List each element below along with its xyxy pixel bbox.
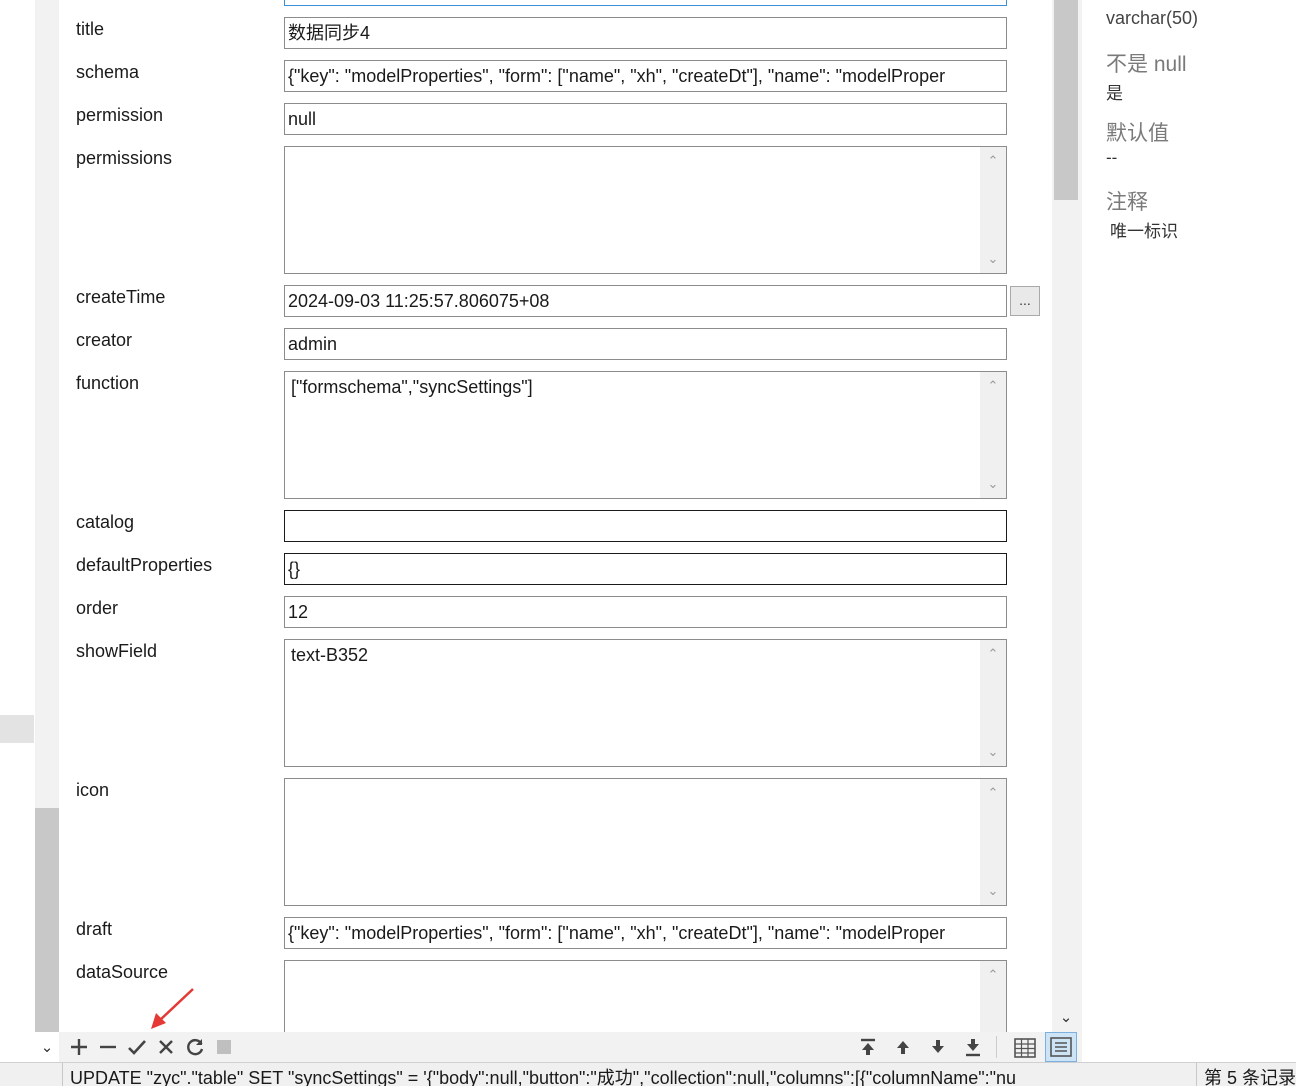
field-label-defaultproperties: defaultProperties bbox=[76, 555, 213, 575]
field-label-creator: creator bbox=[76, 330, 133, 350]
permission-field[interactable]: null bbox=[284, 103, 1007, 135]
not-null-value: 是 bbox=[1106, 84, 1123, 103]
record-indicator: 第 5 条记录 bbox=[1204, 1068, 1296, 1086]
left-gutter bbox=[0, 0, 35, 1062]
first-record-icon[interactable] bbox=[856, 1035, 880, 1059]
field-label-showfield: showField bbox=[76, 641, 158, 661]
function-field[interactable]: ["formschema","syncSettings"] ⌃ ⌄ bbox=[284, 371, 1007, 499]
chevron-down-icon[interactable]: ⌄ bbox=[980, 881, 1006, 901]
field-label-createtime: createTime bbox=[76, 287, 166, 307]
chevron-up-icon[interactable]: ⌃ bbox=[980, 644, 1006, 664]
chevron-up-icon[interactable]: ⌃ bbox=[980, 151, 1006, 171]
chevron-down-icon[interactable]: ⌄ bbox=[38, 1038, 56, 1058]
schema-field[interactable]: {"key": "modelProperties", "form": ["nam… bbox=[284, 60, 1007, 92]
field-label-order: order bbox=[76, 598, 119, 618]
field-label-permission: permission bbox=[76, 105, 164, 125]
close-icon[interactable] bbox=[154, 1035, 178, 1059]
chevron-down-icon[interactable]: ⌄ bbox=[980, 249, 1006, 269]
catalog-field[interactable] bbox=[284, 510, 1007, 542]
gutter-marker bbox=[0, 715, 34, 743]
chevron-up-icon[interactable]: ⌃ bbox=[980, 376, 1006, 396]
defaultproperties-field[interactable]: {} bbox=[284, 553, 1007, 585]
field-info-panel: varchar(50) 不是 null 是 默认值 -- 注释 唯一标识 bbox=[1082, 0, 1296, 1062]
chevron-down-icon[interactable]: ⌄ bbox=[980, 742, 1006, 762]
draft-field[interactable]: {"key": "modelProperties", "form": ["nam… bbox=[284, 917, 1007, 949]
status-bar: UPDATE "zyc"."table" SET "syncSettings" … bbox=[0, 1062, 1296, 1086]
permissions-scrollbar[interactable]: ⌃ ⌄ bbox=[980, 147, 1006, 273]
showfield-field[interactable]: text-B352 ⌃ ⌄ bbox=[284, 639, 1007, 767]
chevron-down-icon[interactable]: ⌄ bbox=[1056, 1008, 1076, 1028]
chevron-down-icon[interactable]: ⌄ bbox=[980, 474, 1006, 494]
status-divider bbox=[1196, 1063, 1197, 1086]
next-record-icon[interactable] bbox=[926, 1035, 950, 1059]
comment-title: 注释 bbox=[1106, 191, 1148, 214]
icon-field[interactable]: ⌃ ⌄ bbox=[284, 778, 1007, 906]
last-record-icon[interactable] bbox=[961, 1035, 985, 1059]
prev-record-icon[interactable] bbox=[891, 1035, 915, 1059]
default-title: 默认值 bbox=[1106, 122, 1169, 145]
createtime-field[interactable]: 2024-09-03 11:25:57.806075+08 bbox=[284, 285, 1007, 317]
record-form: title 数据同步4 schema {"key": "modelPropert… bbox=[59, 0, 1052, 1032]
creator-field[interactable]: admin bbox=[284, 328, 1007, 360]
icon-scrollbar[interactable]: ⌃ ⌄ bbox=[980, 779, 1006, 905]
field-label-draft: draft bbox=[76, 919, 113, 939]
stop-icon[interactable] bbox=[217, 1040, 231, 1054]
permissions-field[interactable]: ⌃ ⌄ bbox=[284, 146, 1007, 274]
field-label-title: title bbox=[76, 19, 105, 39]
previous-field-partial[interactable] bbox=[284, 0, 1007, 6]
showfield-scrollbar[interactable]: ⌃ ⌄ bbox=[980, 640, 1006, 766]
field-label-schema: schema bbox=[76, 62, 140, 82]
left-scrollbar[interactable] bbox=[35, 0, 59, 1032]
default-value: -- bbox=[1106, 148, 1118, 167]
minus-icon[interactable] bbox=[96, 1035, 120, 1059]
datetime-picker-button[interactable]: ... bbox=[1010, 286, 1040, 316]
field-label-permissions: permissions bbox=[76, 148, 173, 168]
function-scrollbar[interactable]: ⌃ ⌄ bbox=[980, 372, 1006, 498]
chevron-up-icon[interactable]: ⌃ bbox=[980, 965, 1006, 985]
red-arrow-annotation bbox=[151, 988, 194, 1029]
plus-icon[interactable] bbox=[67, 1035, 91, 1059]
field-type-value: varchar(50) bbox=[1106, 8, 1199, 28]
grid-view-icon[interactable] bbox=[1011, 1034, 1039, 1062]
toolbar-divider bbox=[996, 1036, 997, 1058]
datasource-field[interactable]: ⌃ bbox=[284, 960, 1007, 1032]
comment-value: 唯一标识 bbox=[1110, 222, 1178, 241]
left-scroll-thumb[interactable] bbox=[35, 808, 59, 1032]
form-scrollbar[interactable] bbox=[1052, 0, 1082, 1032]
showfield-value: text-B352 bbox=[291, 645, 369, 665]
field-label-function: function bbox=[76, 373, 140, 393]
record-toolbar bbox=[59, 1032, 1082, 1062]
title-field[interactable]: 数据同步4 bbox=[284, 17, 1007, 49]
field-label-datasource: dataSource bbox=[76, 962, 169, 982]
form-scroll-thumb[interactable] bbox=[1054, 0, 1078, 200]
order-field[interactable]: 12 bbox=[284, 596, 1007, 628]
chevron-up-icon[interactable]: ⌃ bbox=[980, 783, 1006, 803]
datasource-scrollbar[interactable]: ⌃ bbox=[980, 961, 1006, 1032]
sql-preview: UPDATE "zyc"."table" SET "syncSettings" … bbox=[70, 1068, 1017, 1086]
form-view-icon[interactable] bbox=[1045, 1032, 1077, 1062]
field-label-icon: icon bbox=[76, 780, 110, 800]
status-divider bbox=[62, 1063, 63, 1086]
field-label-catalog: catalog bbox=[76, 512, 135, 532]
not-null-title: 不是 null bbox=[1106, 53, 1187, 76]
function-value: ["formschema","syncSettings"] bbox=[291, 377, 533, 397]
refresh-icon[interactable] bbox=[183, 1035, 207, 1059]
check-icon[interactable] bbox=[125, 1035, 149, 1059]
